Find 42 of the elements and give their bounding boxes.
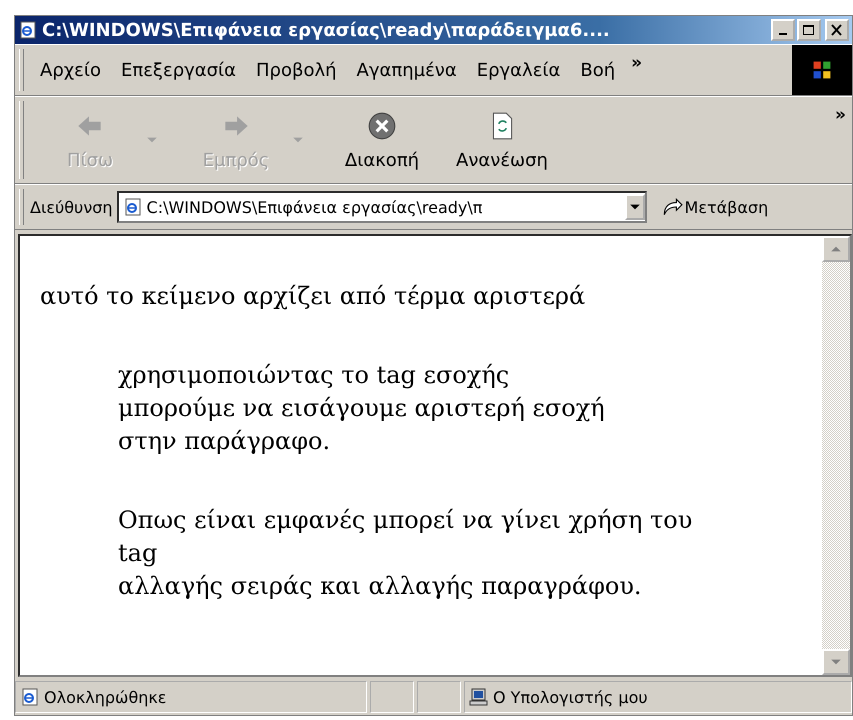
close-button[interactable] [825, 19, 849, 41]
text-line: χρησιμοποιώντας το tag εσοχής [118, 360, 510, 391]
browser-icon [18, 20, 38, 40]
minimize-button[interactable] [771, 19, 795, 41]
dropdown-button[interactable] [624, 194, 645, 220]
menu-item[interactable]: Προβολή [246, 60, 347, 80]
page-icon [20, 687, 40, 707]
zone-text: Ο Υπολογιστής μου [493, 688, 648, 706]
scroll-down-button[interactable] [822, 649, 850, 675]
text-line: αλλαγής σειράς και αλλαγής παραγράφου. [118, 571, 642, 602]
text-line: μπορούμε να εισάγουμε αριστερή εσοχή [118, 393, 605, 424]
maximize-button[interactable] [797, 19, 821, 41]
text-line: αυτό το κείμενο αρχίζει από τέρμα αριστερά [40, 281, 586, 312]
down-arrow-icon [830, 658, 842, 666]
up-arrow-icon [830, 245, 842, 253]
address-field[interactable]: C:\WINDOWS\Επιφάνεια εργασίας\ready\π [116, 191, 647, 223]
go-button[interactable]: Μετάβαση [656, 196, 772, 218]
vertical-scrollbar[interactable] [822, 236, 850, 675]
maximize-icon [801, 23, 817, 37]
stop-icon [366, 110, 398, 142]
status-panel [417, 681, 461, 713]
scroll-up-button[interactable] [822, 236, 850, 262]
address-label: Διεύθυνση [30, 198, 113, 216]
minimize-icon [779, 33, 787, 35]
status-panel [370, 681, 414, 713]
text-line: Οπως είναι εμφανές μπορεί να γίνει χρήση του [118, 505, 692, 536]
text-line: tag [118, 538, 158, 569]
menu-item[interactable]: Αγαπημένα [346, 60, 467, 80]
menu-item[interactable]: Βοή [570, 60, 626, 80]
menu-item[interactable]: Επεξεργασία [110, 60, 246, 80]
menu-item[interactable]: Εργαλεία [466, 60, 570, 80]
text-line: στην παράγραφο. [118, 426, 330, 457]
menu-item[interactable]: Αρχείο [30, 60, 111, 80]
chevron-button[interactable]: » [829, 105, 852, 125]
status-text: Ολοκληρώθηκε [44, 688, 166, 706]
computer-icon [469, 687, 489, 707]
chevron-button[interactable]: » [625, 53, 648, 73]
toolbar-button[interactable]: Διακοπή [322, 110, 442, 170]
dropdown-caret-icon [628, 203, 641, 211]
page-icon [122, 197, 143, 217]
window-title: C:\WINDOWS\Επιφάνεια εργασίας\ready\παράδειγμα6.... [42, 20, 611, 40]
toolbar-button[interactable]: Ανανέωση [442, 110, 562, 170]
